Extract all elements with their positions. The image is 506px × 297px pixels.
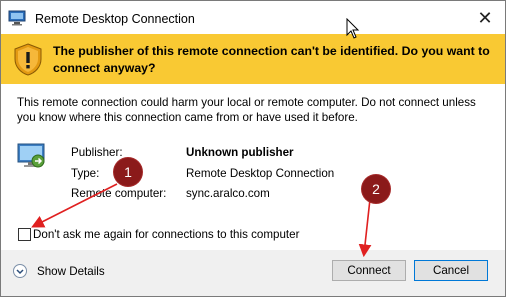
annotation-badge-2: 2 (362, 175, 390, 203)
annotation-badge-1: 1 (114, 158, 142, 186)
annotation-arrow-1 (31, 183, 118, 228)
annotation-arrow-2 (358, 198, 372, 258)
mouse-cursor-icon (346, 18, 360, 39)
annotation-arrows (31, 183, 372, 258)
